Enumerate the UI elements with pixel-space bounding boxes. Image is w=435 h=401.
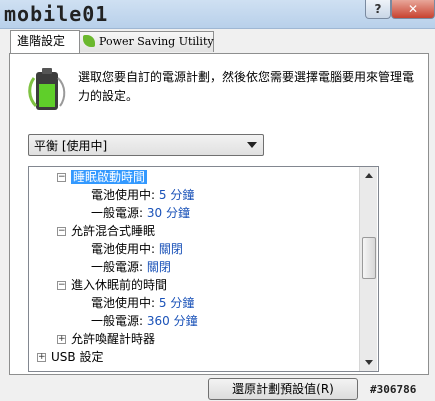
- collapse-icon[interactable]: −: [57, 173, 66, 182]
- tree-leaf-hibernate-battery[interactable]: 電池使用中: 5 分鐘: [91, 294, 194, 312]
- tree-leaf-hybrid-ac[interactable]: 一般電源: 關閉: [91, 258, 171, 276]
- battery-power-icon: [28, 68, 66, 110]
- settings-tree: − 睡眠啟動時間 電池使用中: 5 分鐘 一般電源: 30 分鐘 − 允許混合式…: [28, 166, 379, 372]
- leaf-value[interactable]: 關閉: [147, 260, 171, 274]
- tree-node-label: 睡眠啟動時間: [71, 170, 148, 184]
- tree-node-label: 允許混合式睡眠: [71, 224, 156, 238]
- tab-label: 進階設定: [17, 34, 66, 48]
- chevron-down-icon: [247, 142, 257, 148]
- watermark-id: #306786: [370, 383, 417, 396]
- leaf-value[interactable]: 5 分鐘: [159, 296, 194, 310]
- logo-text: mobile01: [4, 2, 109, 26]
- tree-scrollbar[interactable]: [359, 167, 377, 371]
- tab-advanced-settings[interactable]: 進階設定: [10, 30, 80, 53]
- tree-node-label: 允許喚醒計時器: [71, 332, 156, 346]
- tree-node-hibernate-after[interactable]: − 進入休眠前的時間: [57, 276, 167, 294]
- expand-icon[interactable]: +: [57, 335, 66, 344]
- leaf-value[interactable]: 5 分鐘: [159, 188, 194, 202]
- leaf-label: 電池使用中:: [91, 188, 156, 202]
- leaf-value[interactable]: 30 分鐘: [147, 206, 190, 220]
- leaf-icon: [83, 35, 95, 47]
- tree-node-sleep-after[interactable]: − 睡眠啟動時間: [57, 168, 148, 186]
- restore-plan-defaults-button[interactable]: 還原計劃預設值(R): [208, 378, 358, 400]
- tab-label: Power Saving Utility: [99, 35, 214, 48]
- tree-leaf-sleep-ac[interactable]: 一般電源: 30 分鐘: [91, 204, 190, 222]
- tree-node-label: USB 設定: [51, 350, 104, 364]
- leaf-value[interactable]: 360 分鐘: [147, 314, 198, 328]
- scroll-thumb[interactable]: [362, 237, 376, 279]
- close-button[interactable]: ✕: [391, 0, 435, 19]
- site-logo: mobile01: [4, 2, 108, 26]
- leaf-label: 電池使用中:: [91, 296, 156, 310]
- plan-description: 選取您要自訂的電源計劃，然後依您需要選擇電腦要用來管理電力的設定。: [78, 70, 415, 103]
- tree-node-usb[interactable]: + USB 設定: [37, 348, 103, 366]
- tree-leaf-hybrid-battery[interactable]: 電池使用中: 關閉: [91, 240, 183, 258]
- leaf-label: 一般電源:: [91, 314, 144, 328]
- tree-leaf-sleep-battery[interactable]: 電池使用中: 5 分鐘: [91, 186, 194, 204]
- title-bar: mobile01 ? ✕: [0, 0, 435, 29]
- tree-leaf-hibernate-ac[interactable]: 一般電源: 360 分鐘: [91, 312, 198, 330]
- power-plan-value: 平衡 [使用中]: [34, 139, 108, 153]
- leaf-value[interactable]: 關閉: [159, 242, 183, 256]
- collapse-icon[interactable]: −: [57, 281, 66, 290]
- scroll-up-icon[interactable]: [360, 167, 377, 184]
- tree-node-hybrid-sleep[interactable]: − 允許混合式睡眠: [57, 222, 155, 240]
- tree-node-wake-timers[interactable]: + 允許喚醒計時器: [57, 330, 155, 348]
- leaf-label: 一般電源:: [91, 206, 144, 220]
- tree-node-label: 進入休眠前的時間: [71, 278, 168, 292]
- help-button[interactable]: ?: [365, 0, 391, 19]
- leaf-label: 一般電源:: [91, 260, 144, 274]
- tab-power-saving-utility[interactable]: Power Saving Utility: [76, 31, 214, 52]
- power-plan-select[interactable]: 平衡 [使用中]: [28, 134, 264, 156]
- scroll-down-icon[interactable]: [360, 354, 377, 371]
- leaf-label: 電池使用中:: [91, 242, 156, 256]
- collapse-icon[interactable]: −: [57, 227, 66, 236]
- expand-icon[interactable]: +: [37, 353, 46, 362]
- settings-panel: 選取您要自訂的電源計劃，然後依您需要選擇電腦要用來管理電力的設定。 平衡 [使用…: [9, 53, 429, 375]
